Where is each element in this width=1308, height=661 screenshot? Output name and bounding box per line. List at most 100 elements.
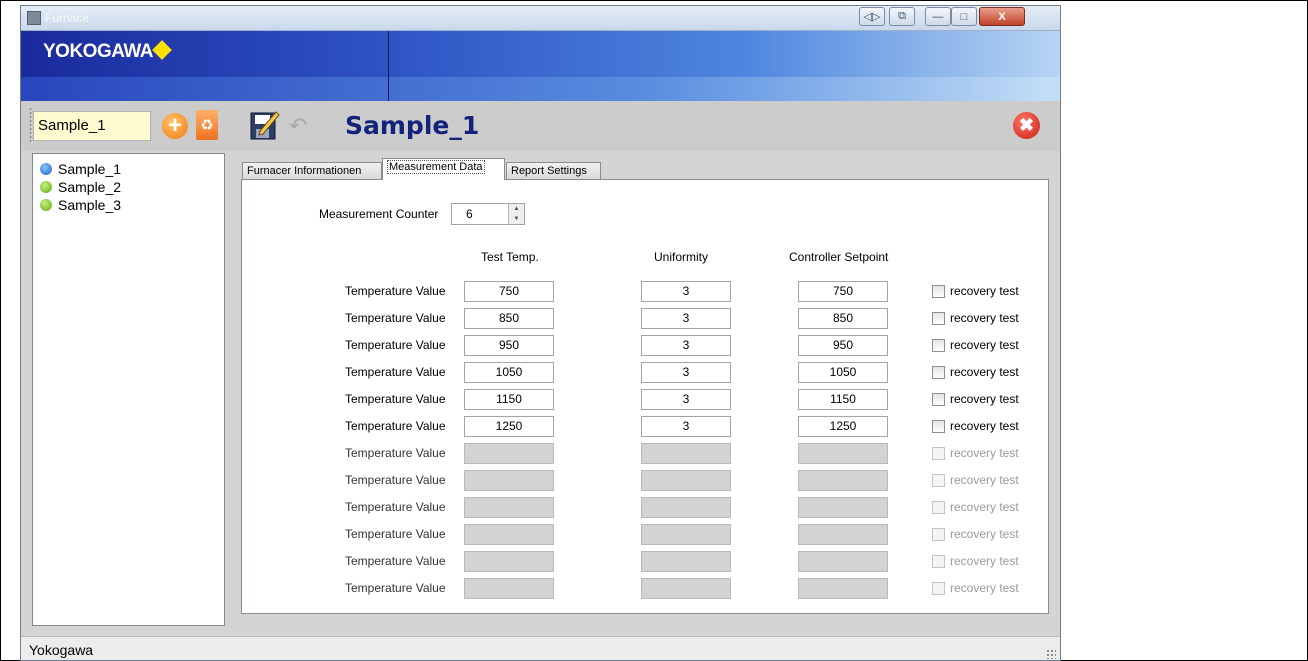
row-label: Temperature Value <box>345 581 446 595</box>
test-temp-field[interactable]: 950 <box>464 335 554 356</box>
test-temp-field <box>464 497 554 518</box>
header-controller-setpoint: Controller Setpoint <box>789 250 889 264</box>
uniformity-field[interactable]: 3 <box>641 308 731 329</box>
spin-up-icon[interactable]: ▲ <box>509 204 524 214</box>
test-temp-field[interactable]: 1250 <box>464 416 554 437</box>
setpoint-field <box>798 443 888 464</box>
detach-window-button[interactable]: ⧉ <box>889 7 915 26</box>
row-label: Temperature Value <box>345 473 446 487</box>
undo-icon[interactable]: ↶ <box>289 115 307 137</box>
close-sample-icon[interactable]: ✖ <box>1013 112 1040 139</box>
setpoint-field[interactable]: 750 <box>798 281 888 302</box>
maximize-button[interactable]: □ <box>951 7 977 26</box>
resize-grip-icon[interactable] <box>1046 649 1056 659</box>
recovery-test-label: recovery test <box>950 554 1019 568</box>
tree-item-sample-1[interactable]: Sample_1 <box>40 161 121 177</box>
window-title: Furnace <box>45 11 90 25</box>
yokogawa-logo: YOKOGAWA <box>43 41 154 62</box>
minimize-button[interactable]: — <box>925 7 951 26</box>
recovery-test-label: recovery test <box>950 365 1019 379</box>
toolbar-grip[interactable] <box>29 107 32 143</box>
row-label: Temperature Value <box>345 500 446 514</box>
sample-tree[interactable]: Sample_1 Sample_2 Sample_3 <box>32 153 225 626</box>
close-window-button[interactable]: X <box>979 7 1025 26</box>
recovery-test-checkbox[interactable] <box>932 420 945 433</box>
setpoint-field <box>798 470 888 491</box>
recovery-test-checkbox <box>932 528 945 541</box>
recovery-test-label: recovery test <box>950 473 1019 487</box>
tab-report-settings[interactable]: Report Settings <box>506 162 601 179</box>
recovery-test-label: recovery test <box>950 419 1019 433</box>
uniformity-field[interactable]: 3 <box>641 281 731 302</box>
spinner[interactable]: ▲ ▼ <box>508 204 524 224</box>
recovery-test-label: recovery test <box>950 338 1019 352</box>
uniformity-field[interactable]: 3 <box>641 389 731 410</box>
test-temp-field <box>464 443 554 464</box>
setpoint-field <box>798 524 888 545</box>
row-label: Temperature Value <box>345 419 446 433</box>
recovery-test-checkbox <box>932 555 945 568</box>
row-label: Temperature Value <box>345 392 446 406</box>
row-label: Temperature Value <box>345 446 446 460</box>
page-title: Sample_1 <box>345 111 480 140</box>
header-uniformity: Uniformity <box>654 250 709 264</box>
recovery-test-checkbox[interactable] <box>932 393 945 406</box>
measurement-panel: Measurement Counter 6 ▲ ▼ Test Temp. Uni… <box>241 179 1049 614</box>
tab-furnacer-informationen[interactable]: Furnacer Informationen <box>242 162 382 179</box>
recovery-test-label: recovery test <box>950 500 1019 514</box>
setpoint-field[interactable]: 850 <box>798 308 888 329</box>
tab-measurement-data[interactable]: Measurement Data <box>382 158 505 180</box>
logo-diamond-icon <box>152 40 172 60</box>
title-bar: Furnace ◁▷ ⧉ — □ X <box>21 6 1060 31</box>
app-window: Furnace ◁▷ ⧉ — □ X YOKOGAWA Sample_1 + ♻… <box>20 5 1061 661</box>
app-icon <box>27 11 41 25</box>
sidebar-toggle-button[interactable]: ◁▷ <box>859 7 885 26</box>
recovery-test-checkbox[interactable] <box>932 339 945 352</box>
status-dot-icon <box>40 181 52 193</box>
recovery-test-checkbox[interactable] <box>932 366 945 379</box>
status-dot-icon <box>40 199 52 211</box>
spin-down-icon[interactable]: ▼ <box>509 214 524 224</box>
recovery-test-checkbox <box>932 582 945 595</box>
row-label: Temperature Value <box>345 338 446 352</box>
uniformity-field[interactable]: 3 <box>641 362 731 383</box>
uniformity-field <box>641 551 731 572</box>
recovery-test-checkbox[interactable] <box>932 312 945 325</box>
recycle-icon[interactable]: ♻ <box>196 110 218 140</box>
uniformity-field[interactable]: 3 <box>641 335 731 356</box>
recovery-test-checkbox[interactable] <box>932 285 945 298</box>
row-label: Temperature Value <box>345 311 446 325</box>
recovery-test-label: recovery test <box>950 527 1019 541</box>
tree-item-sample-3[interactable]: Sample_3 <box>40 197 121 213</box>
save-edit-icon[interactable] <box>250 109 280 141</box>
measurement-counter-stepper[interactable]: 6 ▲ ▼ <box>451 203 525 225</box>
add-icon[interactable]: + <box>162 113 188 139</box>
test-temp-field[interactable]: 750 <box>464 281 554 302</box>
setpoint-field[interactable]: 1150 <box>798 389 888 410</box>
recovery-test-label: recovery test <box>950 311 1019 325</box>
test-temp-field <box>464 551 554 572</box>
setpoint-field[interactable]: 950 <box>798 335 888 356</box>
test-temp-field[interactable]: 850 <box>464 308 554 329</box>
uniformity-field <box>641 470 731 491</box>
recovery-test-checkbox <box>932 474 945 487</box>
uniformity-field <box>641 578 731 599</box>
counter-label: Measurement Counter <box>319 207 439 221</box>
test-temp-field[interactable]: 1050 <box>464 362 554 383</box>
tree-item-label: Sample_2 <box>58 179 122 195</box>
status-text: Yokogawa <box>29 642 94 658</box>
selected-dot-icon <box>40 163 52 175</box>
sample-name-input[interactable]: Sample_1 <box>33 111 151 141</box>
setpoint-field[interactable]: 1050 <box>798 362 888 383</box>
uniformity-field[interactable]: 3 <box>641 416 731 437</box>
row-label: Temperature Value <box>345 365 446 379</box>
tree-item-sample-2[interactable]: Sample_2 <box>40 179 121 195</box>
row-label: Temperature Value <box>345 554 446 568</box>
recovery-test-label: recovery test <box>950 392 1019 406</box>
banner-strip <box>21 77 1060 101</box>
recovery-test-label: recovery test <box>950 284 1019 298</box>
test-temp-field[interactable]: 1150 <box>464 389 554 410</box>
banner-divider <box>388 31 389 101</box>
uniformity-field <box>641 524 731 545</box>
setpoint-field[interactable]: 1250 <box>798 416 888 437</box>
